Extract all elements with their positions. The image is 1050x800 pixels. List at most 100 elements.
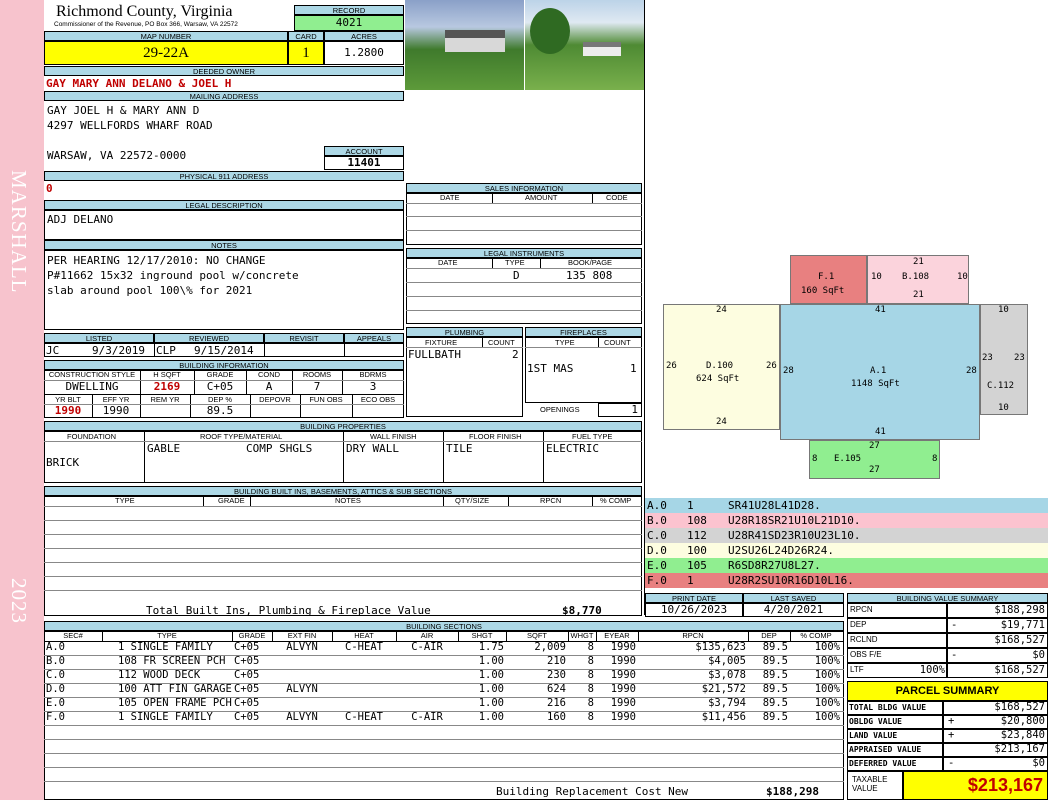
column-divider (568, 631, 569, 641)
openings-value: 1 (598, 403, 642, 417)
sketch-f-sqft: 160 SqFt (801, 286, 845, 296)
plumbing-label: PLUMBING (406, 327, 523, 337)
parcel-value: $213,167 (994, 743, 1045, 755)
mailing-line-4: WARSAW, VA 22572-0000 (47, 149, 187, 162)
table-row (44, 534, 642, 535)
segment-code: 112 (687, 529, 707, 542)
segment-code: 100 (687, 544, 707, 557)
fuel-header: FUEL TYPE (572, 432, 613, 441)
print-date-label: PRINT DATE (645, 593, 743, 603)
parcel-label: DEFERRED VALUE (849, 759, 917, 768)
builtins-qty-header: QTY/SIZE (455, 496, 490, 505)
table-row (44, 739, 844, 740)
section-cell: 89.5 (762, 697, 788, 709)
builtins-label: BUILDING BUILT INS, BASEMENTS, ATTICS & … (44, 486, 642, 496)
legal-instruments-label: LEGAL INSTRUMENTS (406, 248, 642, 258)
fuel-value: ELECTRIC (546, 442, 599, 455)
fp-count-header: COUNT (604, 338, 631, 347)
summary-label: OBS F/E (850, 650, 882, 659)
section-cell: C+05 (234, 655, 260, 667)
segment-row: A.0 1 SR41U28L41D28. (645, 498, 1048, 513)
sketch-b-top: 21 (913, 257, 924, 267)
sketch-d-top: 24 (716, 305, 727, 315)
column-divider (352, 394, 353, 418)
segment-code: 105 (687, 559, 707, 572)
section-cell: C+05 (234, 711, 260, 723)
summary-value: $188,298 (994, 604, 1045, 616)
section-cell: C+05 (234, 683, 260, 695)
building-info-header: ECO OBS (360, 395, 396, 404)
section-cell: 1.75 (478, 641, 504, 653)
builtins-total-value: $8,770 (562, 604, 602, 617)
fixture-header: FIXTURE (425, 338, 458, 347)
section-cell: 8 (587, 641, 594, 653)
summary-label: RCLND (850, 635, 878, 644)
section-header: SEC# (63, 631, 83, 640)
account-number: 11401 (324, 156, 404, 170)
section-cell: 1 SINGLE FAMILY (118, 641, 213, 653)
sketch-c-top: 10 (998, 305, 1009, 315)
parcel-sign: + (948, 729, 955, 741)
builtins-total-label: Total Built Ins, Plumbing & Fireplace Va… (146, 604, 431, 617)
section-cell: $11,456 (701, 711, 746, 723)
sketch-d-bottom: 24 (716, 417, 727, 427)
building-sketch (645, 0, 1050, 497)
section-cell: C-AIR (411, 641, 443, 653)
sketch-c-bottom: 10 (998, 403, 1009, 413)
notes-line-1: PER HEARING 12/17/2010: NO CHANGE (47, 254, 266, 267)
section-cell: 1990 (610, 697, 636, 709)
sales-date-header: DATE (440, 193, 460, 202)
building-info-header: ROOMS (302, 370, 332, 379)
building-info-value: 89.5 (206, 404, 234, 417)
fp-type-header: TYPE (555, 338, 575, 347)
segment-row: C.0 112 U28R41SD23R10U23L10. (645, 528, 1048, 543)
section-cell: 8 (587, 697, 594, 709)
section-cell: 1.00 (478, 697, 504, 709)
building-sections-label: BUILDING SECTIONS (44, 621, 844, 631)
print-date: 10/26/2023 (645, 603, 743, 617)
section-header: SHGT (471, 631, 493, 640)
column-divider (638, 631, 639, 641)
builtins-comp-header: % COMP (600, 496, 632, 505)
section-cell: 624 (547, 683, 566, 695)
parcel-value: $23,840 (1000, 729, 1045, 741)
column-divider (396, 631, 397, 641)
section-header: EXT FIN (287, 631, 317, 640)
section-cell: 1.00 (478, 711, 504, 723)
building-info-value: DWELLING (65, 380, 119, 393)
sketch-b-label: B.108 (902, 272, 930, 282)
sales-amount-header: AMOUNT (525, 193, 558, 202)
section-cell: 1990 (610, 641, 636, 653)
table-row (44, 506, 642, 507)
builtins-box (44, 496, 642, 616)
plumbing-count: 2 (512, 348, 519, 361)
sketch-f-dim: 10 (871, 272, 882, 282)
sketch-f-label: F.1 (818, 272, 835, 282)
sidebar-district: MARSHALL (7, 170, 31, 294)
wall-header: WALL FINISH (370, 432, 417, 441)
listed-by: JC (46, 344, 60, 357)
building-info-header: DEP % (207, 395, 233, 404)
building-info-value: 1990 (102, 404, 130, 417)
sketch-d-right: 26 (766, 361, 777, 371)
segment-sec: A.0 (647, 499, 667, 512)
builtins-type-header: TYPE (115, 496, 135, 505)
foundation-header: FOUNDATION (67, 432, 117, 441)
notes-line-2: P#11662 15x32 inground pool w/concrete (47, 269, 299, 282)
sketch-d-label: D.100 (706, 361, 734, 371)
section-cell: 100% (814, 697, 840, 709)
section-cell: 112 WOOD DECK (118, 669, 201, 681)
replacement-cost-value: $188,298 (766, 785, 819, 798)
segment-code: 1 (687, 574, 694, 587)
table-row (44, 576, 642, 577)
column-divider (596, 631, 597, 641)
summary-value: $168,527 (994, 634, 1045, 646)
table-row (44, 520, 642, 521)
record-value: 4021 (294, 15, 404, 31)
parcel-label: OBLDG VALUE (849, 717, 902, 726)
map-number: 29-22A (44, 41, 288, 65)
physical-address-label: PHYSICAL 911 ADDRESS (44, 171, 404, 181)
section-header: GRADE (238, 631, 266, 640)
section-cell: 8 (587, 669, 594, 681)
notes-box: PER HEARING 12/17/2010: NO CHANGE P#1166… (44, 250, 404, 330)
